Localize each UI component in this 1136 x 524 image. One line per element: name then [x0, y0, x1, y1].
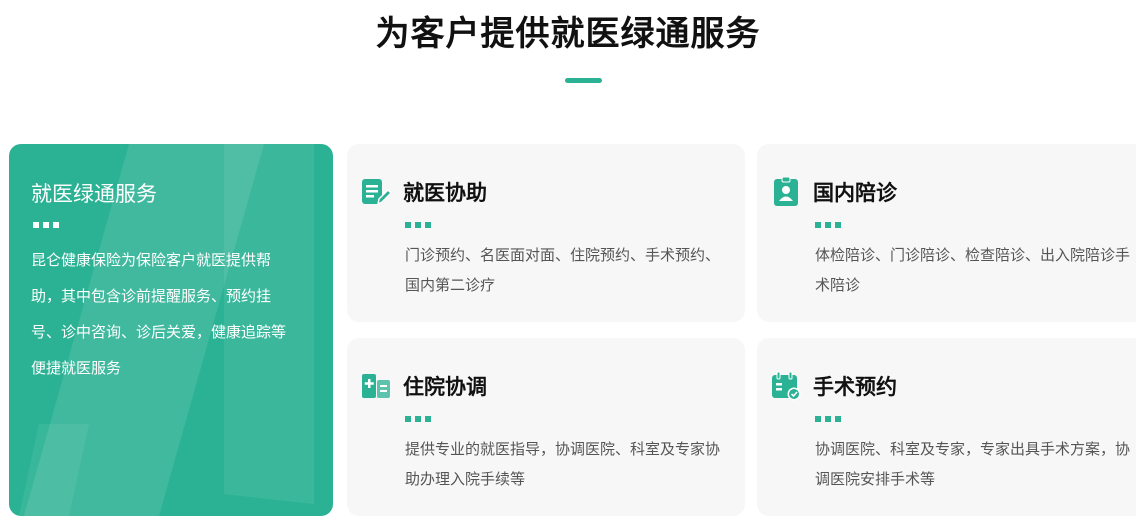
person-badge-icon — [774, 177, 798, 206]
service-dots — [815, 222, 841, 228]
service-card-surgery-booking[interactable]: 手术预约 协调医院、科室及专家，专家出具手术方案，协调医院安排手术等 — [757, 338, 1136, 516]
service-dots — [405, 416, 431, 422]
calendar-check-icon — [772, 371, 801, 401]
service-description: 提供专业的就医指导，协调医院、科室及专家协助办理入院手续等 — [405, 440, 721, 488]
service-description: 协调医院、科室及专家，专家出具手术方案，协调医院安排手术等 — [815, 440, 1131, 488]
intro-description: 昆仑健康保险为保险客户就医提供帮助，其中包含诊前提醒服务、预约挂号、诊中咨询、诊… — [31, 251, 287, 377]
service-description: 体检陪诊、门诊陪诊、检查陪诊、出入院陪诊手术陪诊 — [815, 246, 1131, 294]
service-title: 就医协助 — [403, 181, 487, 205]
service-dots — [815, 416, 841, 422]
service-card-medical-assistance[interactable]: 就医协助 门诊预约、名医面对面、住院预约、手术预约、国内第二诊疗 — [347, 144, 745, 322]
service-title: 住院协调 — [403, 375, 487, 399]
heading-underline — [565, 78, 602, 83]
intro-card: 就医绿通服务 昆仑健康保险为保险客户就医提供帮助，其中包含诊前提醒服务、预约挂号… — [9, 144, 333, 516]
hospital-admission-icon — [362, 374, 390, 398]
intro-dots — [33, 222, 59, 228]
service-title: 国内陪诊 — [813, 181, 897, 205]
service-card-escort[interactable]: 国内陪诊 体检陪诊、门诊陪诊、检查陪诊、出入院陪诊手术陪诊 — [757, 144, 1136, 322]
service-title: 手术预约 — [813, 375, 897, 399]
service-dots — [405, 222, 431, 228]
intro-title: 就医绿通服务 — [31, 182, 157, 206]
section-heading: 为客户提供就医绿通服务 — [375, 14, 761, 54]
service-card-hospitalization[interactable]: 住院协调 提供专业的就医指导，协调医院、科室及专家协助办理入院手续等 — [347, 338, 745, 516]
document-edit-icon — [362, 179, 391, 206]
service-description: 门诊预约、名医面对面、住院预约、手术预约、国内第二诊疗 — [405, 246, 721, 294]
